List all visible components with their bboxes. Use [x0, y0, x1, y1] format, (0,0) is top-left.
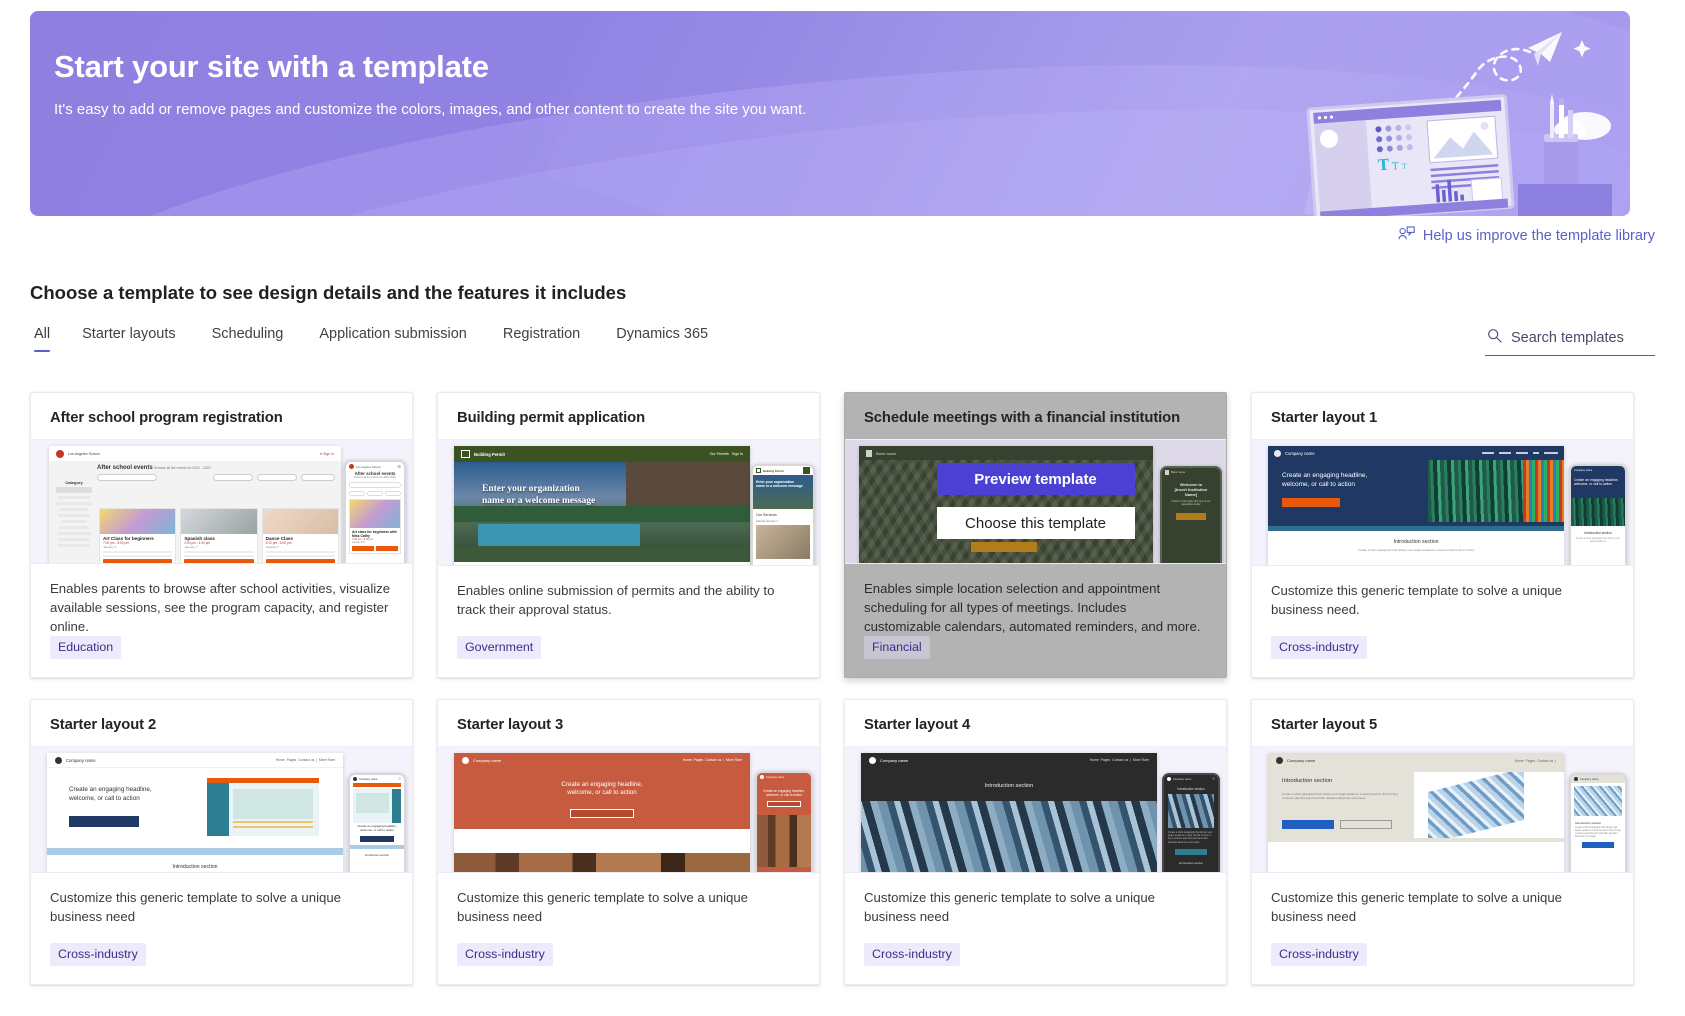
- template-card-tag: Cross-industry: [50, 943, 146, 966]
- template-card-starter-layout-5[interactable]: Starter layout 5 Company name Home Pages…: [1251, 699, 1634, 985]
- template-card-title: Starter layout 1: [1271, 410, 1378, 426]
- svg-text:T: T: [1402, 162, 1408, 170]
- template-card-title: Starter layout 3: [457, 717, 564, 733]
- template-picker-page: T T T Start your site with a template It…: [0, 0, 1685, 1016]
- banner-title: Start your site with a template: [54, 49, 489, 84]
- template-card-thumbnail: Company name Home Pages Contact us | Mor…: [438, 746, 819, 873]
- template-card-thumbnail: Company name Home Pages Contact us | Mor…: [31, 746, 412, 873]
- template-grid: After school program registration Los An…: [30, 392, 1642, 985]
- template-card-title: Schedule meetings with a financial insti…: [864, 410, 1181, 426]
- template-card-starter-layout-3[interactable]: Starter layout 3 Company name Home Pages…: [437, 699, 820, 985]
- template-card-description: Enables online submission of permits and…: [457, 583, 775, 618]
- help-improve-label: Help us improve the template library: [1422, 227, 1655, 244]
- template-card-thumbnail: Los Angeles School ● Sign in After schoo…: [31, 439, 412, 564]
- tab-all[interactable]: All: [30, 320, 64, 354]
- template-card-title: After school program registration: [50, 410, 283, 426]
- template-card-tag: Cross-industry: [457, 943, 553, 966]
- search-input[interactable]: Search templates: [1511, 330, 1624, 346]
- template-filter-tabs: All Starter layouts Scheduling Applicati…: [30, 320, 726, 354]
- template-card-description: Customize this generic template to solve…: [1271, 583, 1563, 618]
- tab-dynamics-365[interactable]: Dynamics 365: [598, 320, 726, 354]
- template-card-thumbnail: Bank name Bank name Welcome to [Insert In…: [845, 439, 1226, 564]
- tab-scheduling[interactable]: Scheduling: [194, 320, 302, 354]
- choose-this-template-button[interactable]: Choose this template: [936, 507, 1135, 540]
- help-improve-link[interactable]: Help us improve the template library: [1398, 226, 1655, 245]
- template-card-thumbnail: Company name Home Pages Contact us | Mor…: [845, 746, 1226, 873]
- search-templates-box[interactable]: Search templates: [1485, 324, 1655, 356]
- page-title: Choose a template to see design details …: [30, 282, 627, 303]
- template-card-thumbnail: Company name Home Pages Contact us | Int…: [1252, 746, 1633, 873]
- template-card-tag: Cross-industry: [864, 943, 960, 966]
- svg-text:T: T: [1392, 161, 1400, 172]
- template-card-description: Customize this generic template to solve…: [864, 890, 1156, 925]
- template-card-tag: Cross-industry: [1271, 943, 1367, 966]
- template-card-thumbnail: Company name Create an engaging headline…: [1252, 439, 1633, 566]
- template-card-tag: Cross-industry: [1271, 636, 1367, 659]
- search-icon: [1487, 328, 1502, 348]
- template-card-title: Building permit application: [457, 410, 646, 426]
- template-card-after-school-program-registration[interactable]: After school program registration Los An…: [30, 392, 413, 678]
- template-card-starter-layout-4[interactable]: Starter layout 4 Company name Home Pages…: [844, 699, 1227, 985]
- template-card-description: Customize this generic template to solve…: [457, 890, 749, 925]
- template-card-schedule-meetings-with-a-financial-institution[interactable]: Schedule meetings with a financial insti…: [844, 392, 1227, 678]
- template-card-title: Starter layout 2: [50, 717, 157, 733]
- template-card-tag: Education: [50, 636, 122, 659]
- template-card-description: Customize this generic template to solve…: [1271, 890, 1563, 925]
- hero-banner: T T T Start your site with a template It…: [30, 11, 1630, 216]
- tab-application-submission[interactable]: Application submission: [301, 320, 485, 354]
- template-card-title: Starter layout 4: [864, 717, 971, 733]
- template-card-description: Enables parents to browse after school a…: [50, 580, 391, 634]
- template-card-tag: Financial: [864, 636, 930, 659]
- template-card-title: Starter layout 5: [1271, 717, 1378, 733]
- template-card-description: Customize this generic template to solve…: [50, 890, 342, 925]
- preview-template-button[interactable]: Preview template: [936, 463, 1135, 496]
- tab-starter-layouts[interactable]: Starter layouts: [64, 320, 194, 354]
- template-card-starter-layout-1[interactable]: Starter layout 1 Company name Create an …: [1251, 392, 1634, 678]
- feedback-icon: [1398, 226, 1415, 245]
- banner-subtitle: It's easy to add or remove pages and cus…: [54, 101, 807, 118]
- template-card-thumbnail: Building Permit Our Permits Sign In Ente…: [438, 439, 819, 566]
- template-card-starter-layout-2[interactable]: Starter layout 2 Company name Home Pages…: [30, 699, 413, 985]
- template-card-tag: Government: [457, 636, 542, 659]
- svg-text:T: T: [1377, 156, 1390, 175]
- template-card-building-permit-application[interactable]: Building permit application Building Per…: [437, 392, 820, 678]
- tab-registration[interactable]: Registration: [485, 320, 598, 354]
- banner-text-block: Start your site with a template It's eas…: [30, 11, 1630, 118]
- template-card-description: Enables simple location selection and ap…: [864, 580, 1201, 634]
